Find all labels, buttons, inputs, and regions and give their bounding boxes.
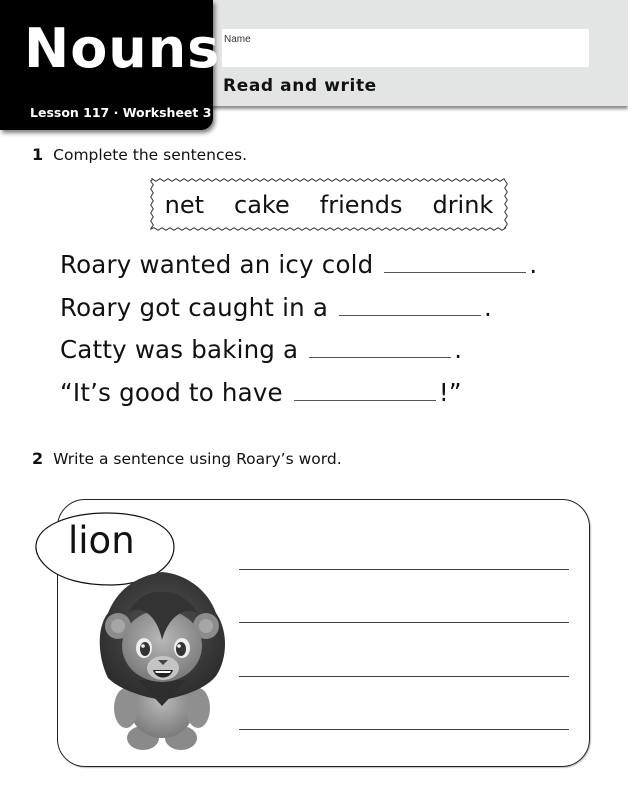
sentence-text: Roary wanted an icy cold [60,250,374,279]
name-label: Name [224,34,251,45]
answer-blank[interactable] [384,271,527,273]
question-instruction: Write a sentence using Roary’s word. [53,450,342,468]
word-bank: net cake friends drink [150,178,508,231]
lesson-label: Lesson 117 · Worksheet 3 [30,105,212,120]
writing-line[interactable] [239,569,569,570]
answer-blank[interactable] [309,356,452,358]
word-bank-item: drink [432,190,494,219]
writing-line[interactable] [239,622,569,623]
title-block: Nouns Lesson 117 · Worksheet 3 [0,0,219,130]
writing-line[interactable] [239,676,569,677]
sentence-text: Catty was baking a [60,335,299,364]
section-title: Read and write [223,76,377,96]
question-number: 1 [32,145,44,164]
sentence-4: “It’s good to have !” [60,378,462,407]
question-number: 2 [32,449,44,468]
answer-blank[interactable] [293,399,436,401]
question-1-heading: 1 Complete the sentences. [32,145,247,164]
word-bank-item: net [164,190,205,219]
sentence-3: Catty was baking a . [60,335,462,364]
sentence-end: . [454,335,463,364]
worksheet-title: Nouns [24,17,221,80]
question-instruction: Complete the sentences. [53,146,248,164]
writing-line[interactable] [239,729,569,730]
sentence-text: Roary got caught in a [60,293,329,322]
word-bank-item: friends [319,190,403,219]
sentence-end: !” [438,378,462,407]
sentence-1: Roary wanted an icy cold . [60,250,537,279]
sentence-2: Roary got caught in a . [60,293,492,322]
name-field[interactable] [222,29,589,67]
question-2-heading: 2 Write a sentence using Roary’s word. [32,449,342,468]
sentence-end: . [484,293,493,322]
lion-character-icon [99,572,225,750]
sentence-end: . [529,250,538,279]
speech-word: lion [68,519,135,562]
word-bank-item: cake [234,190,290,219]
answer-blank[interactable] [339,314,482,316]
sentence-text: “It’s good to have [60,378,283,407]
